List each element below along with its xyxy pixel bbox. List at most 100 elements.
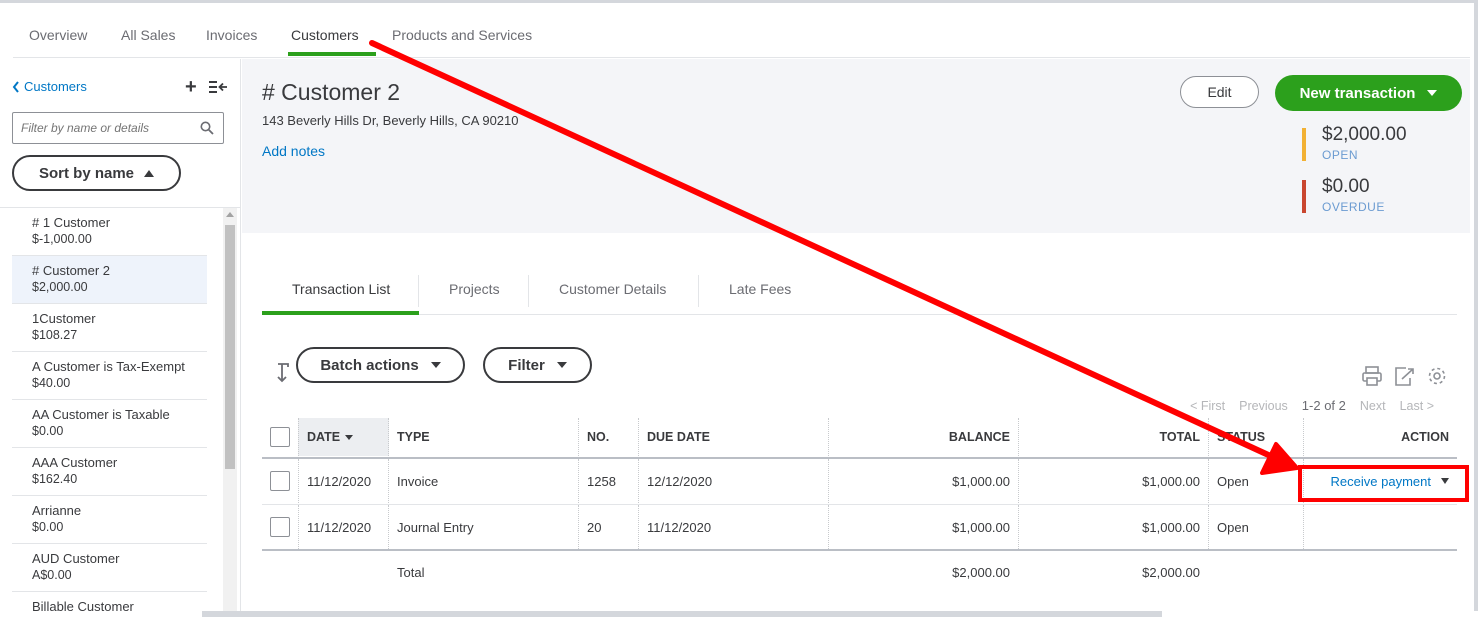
column-separator: [298, 505, 299, 549]
customer-sub-tabs: Transaction List Projects Customer Detai…: [262, 255, 1457, 315]
column-separator: [388, 505, 389, 549]
tab-customer-details[interactable]: Customer Details: [559, 281, 666, 297]
column-header-total[interactable]: TOTAL: [1018, 418, 1200, 456]
add-notes-link[interactable]: Add notes: [262, 143, 325, 159]
action-dropdown-caret-icon[interactable]: [1441, 478, 1449, 484]
row-checkbox[interactable]: [270, 517, 290, 537]
column-separator: [298, 418, 299, 456]
cell-total: $1,000.00: [1142, 519, 1200, 535]
totals-total: $2,000.00: [1142, 564, 1200, 580]
customer-balance: $0.00: [32, 424, 64, 438]
table-row[interactable]: 11/12/2020 Invoice 1258 12/12/2020 $1,00…: [262, 459, 1457, 503]
tab-products-and-services[interactable]: Products and Services: [392, 27, 532, 43]
pagination-first[interactable]: < First: [1190, 399, 1225, 413]
row-checkbox[interactable]: [270, 471, 290, 491]
caret-down-icon: [430, 362, 441, 368]
tab-transaction-list[interactable]: Transaction List: [292, 281, 390, 297]
tab-late-fees[interactable]: Late Fees: [729, 281, 791, 297]
customer-balance: A$0.00: [32, 568, 72, 582]
customer-name: # Customer 2: [32, 263, 111, 278]
customer-list-item[interactable]: Billable Customer: [12, 592, 207, 611]
customer-list-item[interactable]: A Customer is Tax-Exempt $40.00: [12, 352, 207, 400]
tab-invoices[interactable]: Invoices: [206, 27, 257, 43]
filter-button[interactable]: Filter: [483, 347, 592, 383]
customer-list-item[interactable]: AAA Customer $162.40: [12, 448, 207, 496]
search-icon: [200, 121, 214, 135]
app-frame: Overview All Sales Invoices Customers Pr…: [0, 3, 1474, 611]
date-header-label: DATE: [307, 430, 341, 444]
column-separator: [578, 505, 579, 549]
totals-row: Total $2,000.00 $2,000.00: [262, 551, 1457, 593]
sort-descending-icon: [345, 434, 354, 440]
sort-by-name-button[interactable]: Sort by name: [12, 155, 181, 191]
customer-list-item[interactable]: # 1 Customer $-1,000.00: [12, 208, 207, 256]
column-separator: [388, 459, 389, 503]
totals-balance: $2,000.00: [952, 564, 1010, 580]
customer-name: # 1 Customer: [32, 215, 111, 230]
pagination: < First Previous 1-2 of 2 Next Last >: [1190, 398, 1434, 413]
column-header-action: ACTION: [1401, 430, 1449, 444]
active-subtab-indicator: [262, 311, 419, 315]
column-header-due-date[interactable]: DUE DATE: [647, 418, 827, 456]
top-nav: Overview All Sales Invoices Customers Pr…: [13, 3, 1470, 58]
export-icon[interactable]: [1393, 365, 1415, 387]
sort-arrows-icon[interactable]: [272, 361, 292, 385]
settings-icon[interactable]: [1426, 365, 1448, 387]
customer-name: AUD Customer: [32, 551, 120, 566]
customer-name: Billable Customer: [32, 599, 134, 611]
cell-due-date: 12/12/2020: [647, 473, 713, 489]
column-separator: [1303, 505, 1304, 549]
pagination-last[interactable]: Last >: [1400, 399, 1434, 413]
column-separator: [1208, 505, 1209, 549]
filter-label: Filter: [508, 356, 545, 374]
new-transaction-label: New transaction: [1299, 84, 1416, 102]
tab-overview[interactable]: Overview: [29, 27, 87, 43]
column-separator: [1208, 418, 1209, 456]
open-amount-label: OPEN: [1322, 148, 1359, 162]
scroll-up-arrow-icon[interactable]: [226, 212, 234, 217]
column-separator: [578, 418, 579, 456]
customer-list-item-selected[interactable]: # Customer 2 $2,000.00: [12, 256, 207, 304]
customer-address: 143 Beverly Hills Dr, Beverly Hills, CA …: [262, 113, 519, 128]
table-row[interactable]: 11/12/2020 Journal Entry 20 11/12/2020 $…: [262, 505, 1457, 549]
customer-list-item[interactable]: Arrianne $0.00: [12, 496, 207, 544]
open-amount-value: $2,000.00: [1322, 124, 1407, 145]
new-transaction-button[interactable]: New transaction: [1275, 75, 1462, 111]
tab-projects[interactable]: Projects: [449, 281, 500, 297]
tab-all-sales[interactable]: All Sales: [121, 27, 175, 43]
cell-no: 20: [587, 519, 602, 535]
column-header-date[interactable]: DATE: [307, 418, 387, 456]
sidebar-scrollbar-thumb[interactable]: [225, 225, 235, 469]
customer-list-item[interactable]: 1Customer $108.27: [12, 304, 207, 352]
column-header-balance[interactable]: BALANCE: [828, 418, 1010, 456]
customer-name: Arrianne: [32, 503, 82, 518]
column-header-type[interactable]: TYPE: [397, 418, 577, 456]
customer-balance: $2,000.00: [32, 280, 88, 294]
tab-separator: [528, 275, 529, 307]
collapse-panel-icon[interactable]: [209, 79, 229, 95]
pagination-next[interactable]: Next: [1360, 399, 1386, 413]
batch-actions-button[interactable]: Batch actions: [296, 347, 465, 383]
customer-filter-input[interactable]: [12, 112, 224, 144]
plus-icon[interactable]: +: [185, 77, 197, 97]
customer-list-item[interactable]: AUD Customer A$0.00: [12, 544, 207, 592]
column-header-no[interactable]: NO.: [587, 418, 637, 456]
pagination-previous[interactable]: Previous: [1239, 399, 1288, 413]
print-icon[interactable]: [1361, 365, 1383, 387]
back-to-customers-link[interactable]: Customers: [12, 79, 87, 94]
background-strip: [1162, 611, 1478, 617]
receive-payment-link[interactable]: Receive payment: [1331, 474, 1431, 489]
tab-customers[interactable]: Customers: [291, 27, 359, 43]
select-all-cell: [270, 418, 290, 456]
overdue-amount-label: OVERDUE: [1322, 200, 1385, 214]
cell-type: Invoice: [397, 473, 439, 489]
column-header-status[interactable]: STATUS: [1217, 418, 1297, 456]
overdue-status-bar: [1302, 180, 1306, 213]
select-all-checkbox[interactable]: [270, 427, 290, 447]
customer-balance: $108.27: [32, 328, 78, 342]
cell-date: 11/12/2020: [307, 473, 372, 489]
customer-list-item[interactable]: AA Customer is Taxable $0.00: [12, 400, 207, 448]
cell-status: Open: [1217, 519, 1249, 535]
customer-balance: $40.00: [32, 376, 71, 390]
edit-button[interactable]: Edit: [1180, 76, 1259, 108]
